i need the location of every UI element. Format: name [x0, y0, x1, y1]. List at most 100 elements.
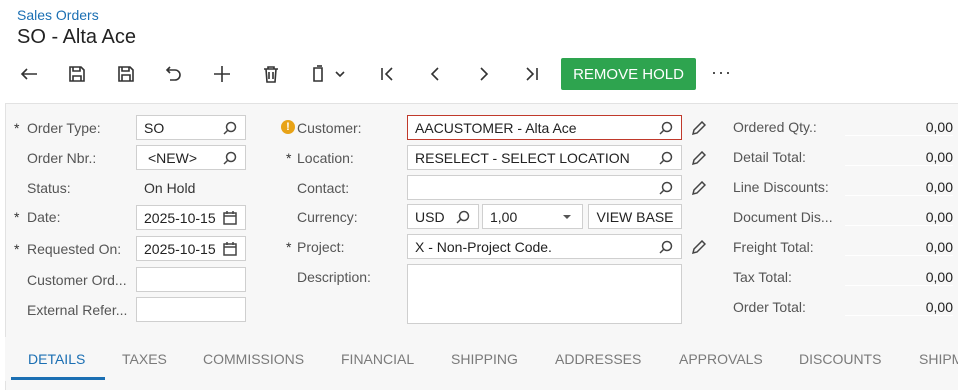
search-icon[interactable] — [658, 180, 674, 196]
order-nbr-field[interactable]: <NEW> — [136, 145, 246, 170]
search-icon[interactable] — [658, 239, 674, 255]
tab-financial[interactable]: FINANCIAL — [341, 351, 414, 367]
requested-on-label: Requested On: — [27, 241, 122, 257]
total-label: Freight Total: — [733, 239, 814, 255]
search-icon[interactable] — [222, 150, 238, 166]
calendar-icon[interactable] — [222, 241, 238, 257]
previous-record-icon[interactable] — [420, 62, 450, 86]
location-label: Location: — [297, 150, 354, 166]
date-value: 2025-10-15 — [144, 209, 216, 226]
calendar-icon[interactable] — [222, 210, 238, 226]
tab-approvals[interactable]: APPROVALS — [679, 351, 763, 367]
page-title: SO - Alta Ace — [17, 26, 136, 48]
total-label: Detail Total: — [733, 149, 806, 165]
external-ref-label: External Refer... — [27, 302, 128, 318]
edit-icon[interactable] — [690, 150, 706, 166]
first-record-icon[interactable] — [372, 62, 402, 86]
currency-field[interactable]: USD — [407, 204, 479, 229]
order-type-value: SO — [144, 119, 165, 136]
save-and-close-icon[interactable] — [62, 62, 92, 86]
description-label: Description: — [297, 269, 371, 285]
total-row: Tax Total: 0,00 — [733, 262, 953, 292]
date-field[interactable]: 2025-10-15 — [136, 205, 246, 230]
total-row: Ordered Qty.: 0,00 — [733, 112, 953, 142]
location-field[interactable]: RESELECT - SELECT LOCATION — [407, 145, 682, 170]
delete-icon[interactable] — [256, 62, 286, 86]
customer-ord-field[interactable] — [136, 267, 246, 292]
edit-icon[interactable] — [690, 120, 706, 136]
more-actions-button[interactable]: ··· — [711, 62, 732, 83]
last-record-icon[interactable] — [517, 62, 547, 86]
search-icon[interactable] — [658, 120, 674, 136]
customer-label: Customer: — [297, 120, 362, 136]
requested-on-field[interactable]: 2025-10-15 — [136, 236, 246, 261]
description-textarea[interactable] — [407, 264, 682, 324]
save-icon[interactable] — [111, 62, 141, 86]
next-record-icon[interactable] — [469, 62, 499, 86]
search-icon[interactable] — [658, 150, 674, 166]
order-nbr-label: Order Nbr.: — [27, 150, 97, 166]
project-field[interactable]: X - Non-Project Code. — [407, 234, 682, 259]
total-value: 0,00 — [845, 299, 953, 316]
customer-field[interactable]: AACUSTOMER - Alta Ace — [407, 115, 682, 140]
order-type-field[interactable]: SO — [136, 115, 246, 140]
order-type-label: Order Type: — [27, 120, 101, 136]
active-tab-indicator — [11, 377, 105, 380]
totals-list: Ordered Qty.: 0,00 Detail Total: 0,00 Li… — [733, 112, 953, 322]
total-value: 0,00 — [845, 269, 953, 286]
total-value: 0,00 — [845, 179, 953, 196]
project-value: X - Non-Project Code. — [415, 238, 552, 255]
required-marker: * — [286, 150, 292, 166]
remove-hold-button[interactable]: REMOVE HOLD — [561, 58, 696, 90]
total-value: 0,00 — [845, 209, 953, 226]
customer-value: AACUSTOMER - Alta Ace — [415, 119, 577, 136]
total-row: Order Total: 0,00 — [733, 292, 953, 322]
date-label: Date: — [27, 209, 61, 225]
add-icon[interactable] — [207, 62, 237, 86]
external-ref-field[interactable] — [136, 297, 246, 322]
location-value: RESELECT - SELECT LOCATION — [415, 149, 630, 166]
currency-rate-select[interactable]: 1,00 — [482, 204, 583, 229]
total-label: Line Discounts: — [733, 179, 829, 195]
contact-field[interactable] — [407, 175, 682, 200]
currency-value: USD — [415, 208, 445, 225]
tab-details[interactable]: DETAILS — [28, 351, 85, 367]
undo-icon[interactable] — [158, 62, 188, 86]
total-value: 0,00 — [845, 119, 953, 136]
status-label: Status: — [27, 180, 71, 196]
tab-shipments[interactable]: SHIPM — [919, 351, 958, 367]
search-icon[interactable] — [455, 209, 471, 225]
total-row: Document Dis... 0,00 — [733, 202, 953, 232]
required-marker: * — [14, 209, 20, 225]
edit-icon[interactable] — [690, 180, 706, 196]
search-icon[interactable] — [222, 120, 238, 136]
total-label: Ordered Qty.: — [733, 119, 817, 135]
total-row: Detail Total: 0,00 — [733, 142, 953, 172]
total-label: Document Dis... — [733, 209, 833, 225]
back-icon[interactable] — [14, 62, 44, 86]
total-value: 0,00 — [845, 239, 953, 256]
status-value: On Hold — [144, 180, 196, 196]
tab-taxes[interactable]: TAXES — [122, 351, 167, 367]
requested-on-value: 2025-10-15 — [144, 240, 216, 257]
currency-label: Currency: — [297, 209, 358, 225]
view-base-button[interactable]: VIEW BASE — [588, 204, 682, 229]
required-marker: * — [286, 239, 292, 255]
tab-shipping[interactable]: SHIPPING — [451, 351, 518, 367]
contact-label: Contact: — [297, 180, 350, 196]
required-marker: * — [14, 241, 20, 257]
tab-discounts[interactable]: DISCOUNTS — [799, 351, 881, 367]
copy-paste-icon[interactable] — [303, 62, 353, 86]
caret-down-icon — [559, 209, 575, 225]
project-label: Project: — [297, 239, 345, 255]
tab-commissions[interactable]: COMMISSIONS — [203, 351, 304, 367]
breadcrumb[interactable]: Sales Orders — [17, 7, 99, 23]
tab-addresses[interactable]: ADDRESSES — [555, 351, 641, 367]
order-nbr-value: <NEW> — [148, 149, 198, 166]
total-value: 0,00 — [845, 149, 953, 166]
total-label: Order Total: — [733, 299, 806, 315]
total-row: Line Discounts: 0,00 — [733, 172, 953, 202]
edit-icon[interactable] — [690, 239, 706, 255]
total-label: Tax Total: — [733, 269, 792, 285]
warning-icon: ! — [281, 120, 295, 134]
